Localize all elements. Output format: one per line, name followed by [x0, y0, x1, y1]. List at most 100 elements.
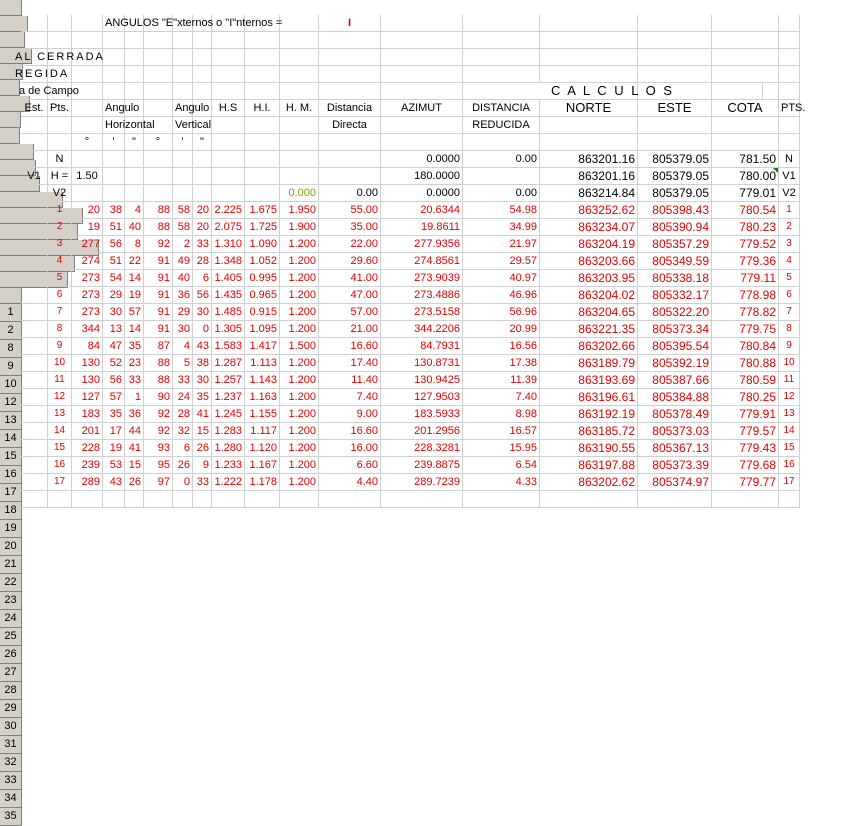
- cell[interactable]: 2.225: [212, 202, 245, 219]
- cell[interactable]: [280, 83, 319, 100]
- cell[interactable]: 779.75: [712, 321, 779, 338]
- cell[interactable]: [381, 491, 463, 508]
- cell[interactable]: 88: [144, 372, 173, 389]
- cell[interactable]: H. M.: [280, 100, 319, 117]
- cell[interactable]: 0: [173, 474, 193, 491]
- cell[interactable]: [381, 66, 463, 83]
- cell[interactable]: [144, 66, 173, 83]
- cell[interactable]: 46.96: [463, 287, 540, 304]
- cell[interactable]: 1: [779, 202, 800, 219]
- cell[interactable]: 11: [779, 372, 800, 389]
- cell[interactable]: [173, 66, 193, 83]
- row-header-32[interactable]: 32: [0, 754, 22, 772]
- cell[interactable]: 41.00: [319, 270, 381, 287]
- cell[interactable]: [21, 304, 48, 321]
- cell[interactable]: [540, 66, 638, 83]
- cell[interactable]: 29.60: [319, 253, 381, 270]
- row-header-22[interactable]: 22: [0, 574, 22, 592]
- cell[interactable]: [463, 491, 540, 508]
- cell[interactable]: 51: [103, 219, 125, 236]
- cell[interactable]: [280, 151, 319, 168]
- cell[interactable]: 780.59: [712, 372, 779, 389]
- cell[interactable]: [48, 32, 72, 49]
- cell[interactable]: 289.7239: [381, 474, 463, 491]
- cell[interactable]: 19: [125, 287, 144, 304]
- row-header-12[interactable]: 12: [0, 394, 22, 412]
- cell[interactable]: [144, 151, 173, 168]
- cell[interactable]: 1.178: [245, 474, 280, 491]
- cell[interactable]: 5: [779, 270, 800, 287]
- cell[interactable]: [381, 117, 463, 134]
- cell[interactable]: 805379.05: [638, 151, 712, 168]
- cell[interactable]: I: [319, 15, 381, 32]
- cell[interactable]: [712, 491, 779, 508]
- cell[interactable]: 40: [125, 219, 144, 236]
- cell[interactable]: 92: [144, 406, 173, 423]
- cell[interactable]: [21, 15, 48, 32]
- cell[interactable]: 863202.66: [540, 338, 638, 355]
- cell[interactable]: 1.200: [280, 253, 319, 270]
- cell[interactable]: 780.84: [712, 338, 779, 355]
- cell[interactable]: [173, 83, 193, 100]
- cell[interactable]: 0.00: [463, 185, 540, 202]
- cell[interactable]: 11: [48, 372, 72, 389]
- cell[interactable]: [21, 287, 48, 304]
- cell[interactable]: [212, 168, 245, 185]
- cell[interactable]: [381, 83, 463, 100]
- cell[interactable]: 780.23: [712, 219, 779, 236]
- cell[interactable]: [21, 270, 48, 287]
- cell[interactable]: 183.5933: [381, 406, 463, 423]
- cell[interactable]: 33: [173, 372, 193, 389]
- cell[interactable]: 273.5158: [381, 304, 463, 321]
- cell[interactable]: [779, 134, 800, 151]
- cell[interactable]: 1.950: [280, 202, 319, 219]
- cell[interactable]: 1.485: [212, 304, 245, 321]
- cell[interactable]: 228: [72, 440, 103, 457]
- cell[interactable]: H.S: [212, 100, 245, 117]
- cell[interactable]: 1.200: [280, 270, 319, 287]
- cell[interactable]: [245, 66, 280, 83]
- cell[interactable]: 4: [125, 202, 144, 219]
- cell[interactable]: [212, 66, 245, 83]
- cell[interactable]: 6: [779, 287, 800, 304]
- cell[interactable]: 53: [103, 457, 125, 474]
- cell[interactable]: [173, 32, 193, 49]
- cell[interactable]: 91: [144, 287, 173, 304]
- cell[interactable]: [173, 185, 193, 202]
- cell[interactable]: 180.0000: [381, 168, 463, 185]
- cell[interactable]: V1: [21, 168, 48, 185]
- cell[interactable]: [21, 423, 48, 440]
- cell[interactable]: [245, 32, 280, 49]
- cell[interactable]: 56: [103, 372, 125, 389]
- cell[interactable]: 10: [48, 355, 72, 372]
- cell[interactable]: 35: [193, 389, 212, 406]
- cell[interactable]: 1.200: [280, 423, 319, 440]
- cell[interactable]: 779.91: [712, 406, 779, 423]
- cell[interactable]: N: [48, 151, 72, 168]
- cell[interactable]: 14: [125, 321, 144, 338]
- cell[interactable]: [212, 151, 245, 168]
- row-header-19[interactable]: 19: [0, 520, 22, 538]
- cell[interactable]: 56: [193, 287, 212, 304]
- cell[interactable]: 1.583: [212, 338, 245, 355]
- cell[interactable]: 16.56: [463, 338, 540, 355]
- cell[interactable]: 19: [72, 219, 103, 236]
- cell[interactable]: [638, 32, 712, 49]
- cell[interactable]: [540, 49, 638, 66]
- cell[interactable]: [638, 49, 712, 66]
- cell[interactable]: V2: [48, 185, 72, 202]
- cell[interactable]: 57: [125, 304, 144, 321]
- cell[interactable]: 1.500: [280, 338, 319, 355]
- cell[interactable]: AZIMUT: [381, 100, 463, 117]
- cell[interactable]: 1.725: [245, 219, 280, 236]
- cell[interactable]: [712, 49, 779, 66]
- cell[interactable]: [72, 151, 103, 168]
- cell[interactable]: [144, 491, 173, 508]
- cell[interactable]: °: [72, 134, 103, 151]
- cell[interactable]: 201: [72, 423, 103, 440]
- cell[interactable]: Directa: [319, 117, 381, 134]
- cell[interactable]: 805379.05: [638, 168, 712, 185]
- cell[interactable]: [245, 168, 280, 185]
- row-header-21[interactable]: 21: [0, 556, 22, 574]
- cell[interactable]: [125, 49, 144, 66]
